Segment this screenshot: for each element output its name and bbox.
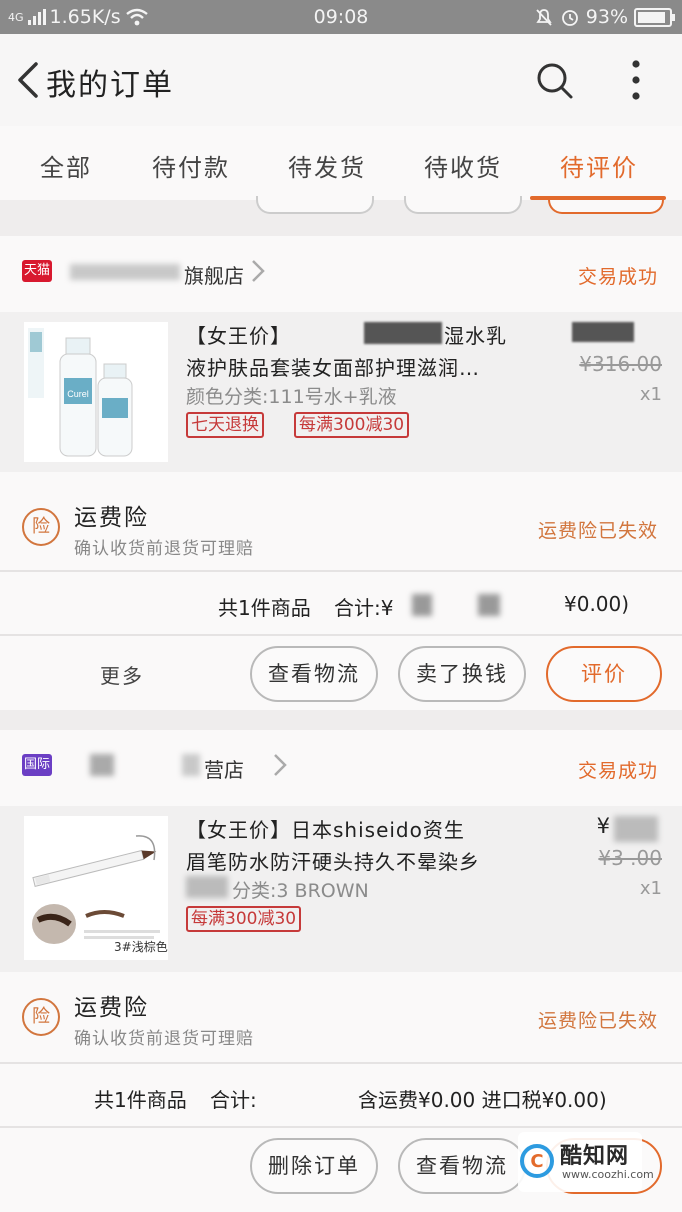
order-card: 天猫 旗舰店 交易成功 Curel 【女王价】 湿水乳 液护肤品套装女面部护理滋… <box>0 236 682 710</box>
partial-button <box>256 196 374 214</box>
product-attributes: 颜色分类:111号水+乳液 <box>186 386 397 408</box>
redacted-price <box>614 816 658 842</box>
shipping-insurance-row: 险 运费险 确认收货前退货可理赔 运费险已失效 <box>0 974 682 1062</box>
quantity: x1 <box>639 384 662 405</box>
order-status: 交易成功 <box>577 266 658 288</box>
product-thumbnail: 3#浅棕色 <box>24 816 168 960</box>
total-label: 合计:¥ <box>334 596 394 620</box>
tax-fee-text: ¥0.00) <box>564 592 630 616</box>
item-count: 共1件商品 <box>218 596 311 620</box>
thumbnail-caption: 3#浅棕色 <box>114 940 168 954</box>
alarm-icon <box>561 10 578 26</box>
insurance-subtitle: 确认收货前退货可理赔 <box>74 1029 254 1049</box>
promo-tag: 每满300减30 <box>186 906 302 932</box>
status-bar: 4G 1.65K/s 09:08 93% <box>0 0 682 34</box>
order-actions: 更多 查看物流 卖了换钱 评价 <box>0 636 682 712</box>
svg-text:Curel: Curel <box>67 389 89 399</box>
insurance-title: 运费险 <box>74 995 149 1021</box>
page-title: 我的订单 <box>46 68 174 103</box>
order-status: 交易成功 <box>577 760 658 782</box>
clock: 09:08 <box>313 6 369 28</box>
product-row[interactable]: 3#浅棕色 【女王价】日本shiseido资生 眉笔防水防汗硬头持久不晕染乡 分… <box>0 806 682 972</box>
promo-tag: 每满300减30 <box>294 412 410 438</box>
view-logistics-button[interactable]: 查看物流 <box>250 646 378 702</box>
insurance-status: 运费险已失效 <box>537 1010 658 1032</box>
original-price: ¥316.00 <box>579 352 662 376</box>
redacted-total <box>478 594 500 616</box>
mute-bell-icon <box>536 9 552 26</box>
insurance-title: 运费险 <box>74 505 149 531</box>
international-badge-icon: 国际 <box>22 754 52 776</box>
redacted-shop-name <box>182 754 200 776</box>
battery-percent: 93% <box>585 6 628 28</box>
partial-button <box>404 196 522 214</box>
shop-name: 旗舰店 <box>184 264 244 288</box>
insurance-icon: 险 <box>22 998 60 1036</box>
tab-pending-receipt[interactable]: 待收货 <box>424 148 502 183</box>
coozhi-logo-icon: C <box>520 1144 554 1178</box>
redacted-total <box>412 594 432 616</box>
promo-tag: 七天退换 <box>186 412 264 438</box>
battery-icon <box>634 7 675 27</box>
order-summary: 共1件商品 合计:¥ ¥0.00) <box>0 572 682 634</box>
order-tabs: 全部 待付款 待发货 待收货 待评价 <box>0 126 682 200</box>
app-header: 我的订单 <box>0 34 682 126</box>
total-label: 合计: <box>210 1088 257 1112</box>
current-price: ¥ <box>596 814 610 838</box>
shop-name: 营店 <box>204 758 244 782</box>
quantity: x1 <box>639 878 662 899</box>
redacted-text <box>186 876 228 898</box>
active-tab-indicator <box>530 196 666 200</box>
redacted-text <box>364 322 442 344</box>
insurance-subtitle: 确认收货前退货可理赔 <box>74 539 254 559</box>
product-title-line1-tail: 湿水乳 <box>444 324 507 348</box>
tab-pending-shipment[interactable]: 待发货 <box>288 148 366 183</box>
more-vertical-icon[interactable] <box>622 56 650 104</box>
watermark-url: www.coozhi.com <box>562 1168 654 1181</box>
product-row[interactable]: Curel 【女王价】 湿水乳 液护肤品套装女面部护理滋润… 颜色分类:111号… <box>0 312 682 472</box>
order-summary: 共1件商品 合计: 含运费¥0.00 进口税¥0.00) <box>0 1064 682 1126</box>
review-button[interactable]: 评价 <box>546 646 662 702</box>
redacted-shop-name <box>90 754 114 776</box>
search-icon[interactable] <box>534 60 574 100</box>
product-title-line1: 【女王价】 <box>186 324 291 348</box>
tab-all[interactable]: 全部 <box>40 148 92 183</box>
shop-row[interactable]: 天猫 旗舰店 交易成功 <box>0 236 682 306</box>
chevron-right-icon <box>274 754 287 776</box>
resell-button[interactable]: 卖了换钱 <box>398 646 526 702</box>
shop-row[interactable]: 国际 营店 交易成功 <box>0 730 682 800</box>
lotion-bottles-image: Curel <box>24 322 168 462</box>
redacted-shop-name <box>70 264 180 280</box>
insurance-icon: 险 <box>22 508 60 546</box>
tab-pending-payment[interactable]: 待付款 <box>152 148 230 183</box>
tax-fee-text: 含运费¥0.00 进口税¥0.00) <box>358 1088 607 1112</box>
redacted-price <box>572 322 634 342</box>
shipping-insurance-row: 险 运费险 确认收货前退货可理赔 运费险已失效 <box>0 484 682 572</box>
watermark-name: 酷知网 <box>560 1144 630 1169</box>
product-title-line2: 液护肤品套装女面部护理滋润… <box>186 356 480 380</box>
tab-pending-review[interactable]: 待评价 <box>560 148 638 183</box>
watermark: C 酷知网 www.coozhi.com <box>518 1132 654 1192</box>
tmall-badge-icon: 天猫 <box>22 260 52 282</box>
insurance-status: 运费险已失效 <box>537 520 658 542</box>
product-thumbnail: Curel <box>24 322 168 462</box>
chevron-right-icon <box>252 260 265 282</box>
product-attributes: 分类:3 BROWN <box>232 880 369 902</box>
more-actions-link[interactable]: 更多 <box>100 660 144 689</box>
view-logistics-button[interactable]: 查看物流 <box>398 1138 526 1194</box>
back-arrow-icon[interactable] <box>10 60 50 100</box>
original-price: ¥3 .00 <box>598 846 662 870</box>
delete-order-button[interactable]: 删除订单 <box>250 1138 378 1194</box>
item-count: 共1件商品 <box>94 1088 187 1112</box>
product-title-line2: 眉笔防水防汗硬头持久不晕染乡 <box>186 850 480 874</box>
product-title-line1: 【女王价】日本shiseido资生 <box>186 818 465 842</box>
